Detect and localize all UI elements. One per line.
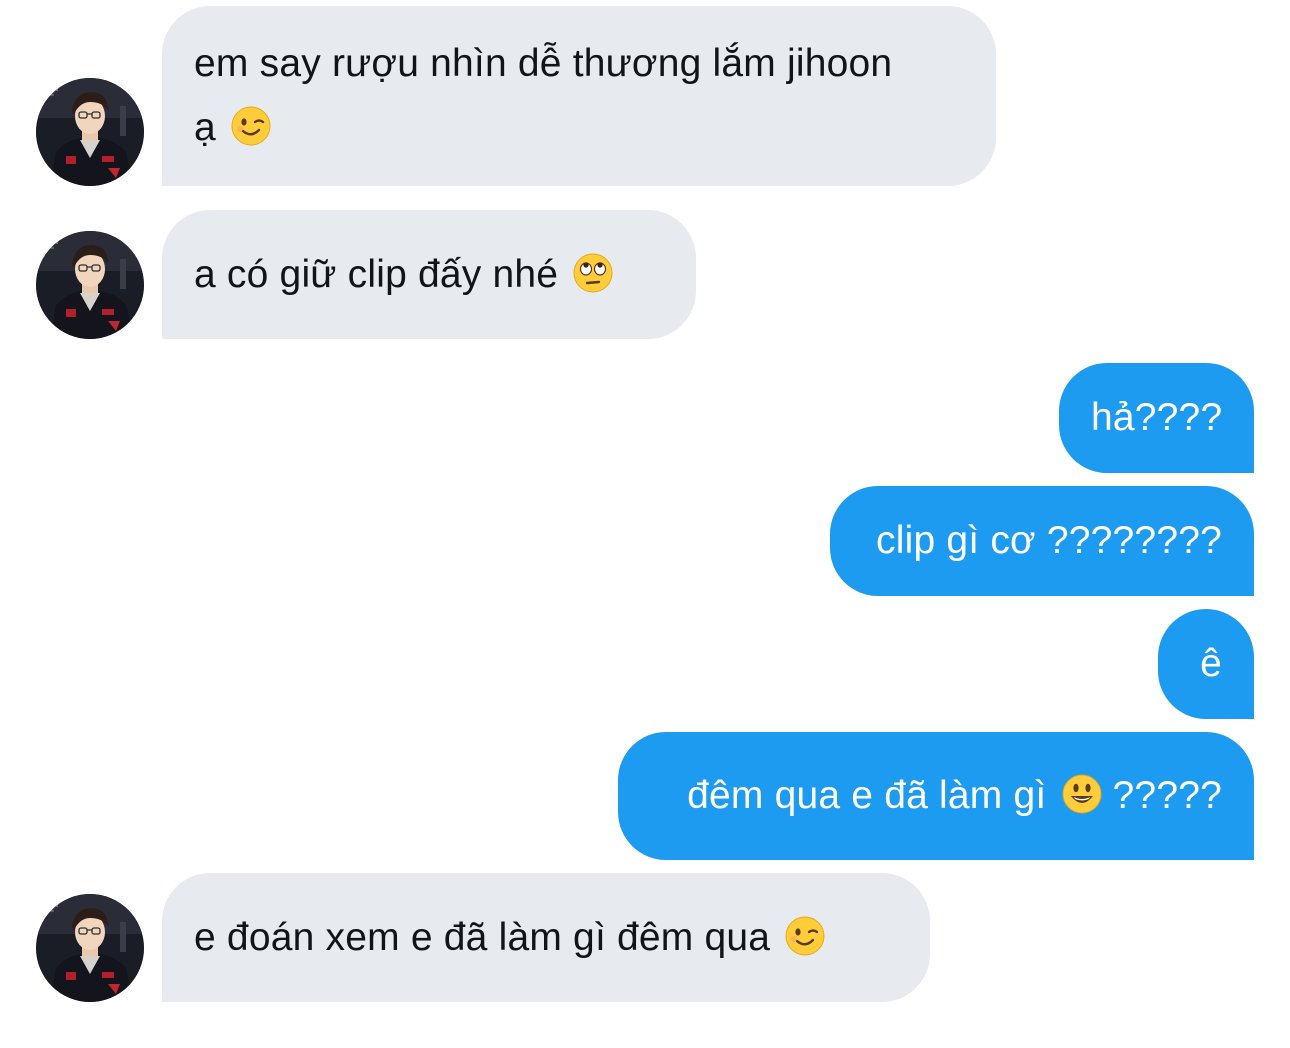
outgoing-message-bubble[interactable]: clip gì cơ ???????? bbox=[830, 486, 1254, 596]
incoming-message-bubble[interactable]: a có giữ clip đấy nhé bbox=[162, 210, 696, 339]
avatar[interactable] bbox=[36, 231, 144, 339]
message-text: ạ bbox=[194, 106, 216, 149]
message-text: clip gì cơ ???????? bbox=[876, 519, 1222, 562]
message-text: e đoán xem e đã làm gì đêm qua bbox=[194, 916, 771, 959]
avatar-image bbox=[36, 231, 144, 339]
outgoing-message-bubble[interactable]: hả???? bbox=[1059, 363, 1254, 473]
message-text: ê bbox=[1200, 642, 1222, 685]
message-text: ????? bbox=[1112, 774, 1222, 817]
avatar[interactable] bbox=[36, 894, 144, 1002]
avatar-image bbox=[36, 894, 144, 1002]
incoming-message-bubble[interactable]: e đoán xem e đã làm gì đêm qua bbox=[162, 873, 930, 1002]
message-text: hả???? bbox=[1091, 396, 1223, 439]
wink-emoji-icon bbox=[231, 106, 271, 146]
outgoing-message-bubble[interactable]: ê bbox=[1158, 609, 1254, 719]
smiley-emoji-icon bbox=[1062, 774, 1102, 814]
avatar[interactable] bbox=[36, 78, 144, 186]
message-text: đêm qua e đã làm gì bbox=[687, 774, 1047, 817]
message-text: a có giữ clip đấy nhé bbox=[194, 253, 559, 296]
incoming-message-bubble[interactable]: em say rượu nhìn dễ thương lắm jihoon ạ bbox=[162, 6, 996, 186]
outgoing-message-bubble[interactable]: đêm qua e đã làm gì ????? bbox=[618, 732, 1254, 860]
avatar-image bbox=[36, 78, 144, 186]
message-text: em say rượu nhìn dễ thương lắm jihoon bbox=[194, 42, 893, 85]
eye-roll-emoji-icon bbox=[573, 253, 613, 293]
wink-emoji-icon bbox=[785, 916, 825, 956]
